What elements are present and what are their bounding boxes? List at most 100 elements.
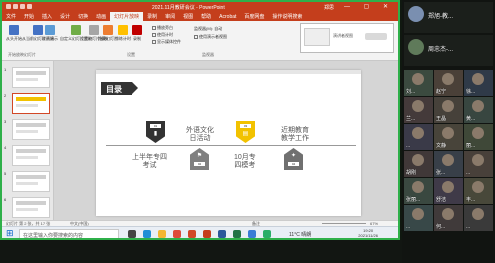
- ribbon-group-label: 开始放映幻灯片: [8, 52, 36, 57]
- ribbon-tab[interactable]: 百度网盘: [240, 12, 268, 21]
- participant-avatar: [442, 208, 454, 220]
- participant-tile[interactable]: 徐...: [464, 70, 493, 96]
- slide-thumbnail[interactable]: [12, 197, 50, 218]
- ribbon-tab[interactable]: 插入: [38, 12, 56, 21]
- participant-tile[interactable]: 文静: [434, 124, 463, 150]
- undo-icon[interactable]: [20, 4, 25, 9]
- wechat-icon[interactable]: [263, 230, 271, 238]
- window-controls[interactable]: — ▢ ✕: [344, 3, 394, 10]
- participant-tile[interactable]: 丽...: [464, 124, 493, 150]
- participant-tile[interactable]: 兰...: [404, 97, 433, 123]
- participant-avatar: [472, 181, 484, 193]
- user-name[interactable]: 郑思: [324, 4, 334, 11]
- chrome-icon[interactable]: [173, 230, 181, 238]
- ribbon-button-icon: [45, 25, 55, 35]
- presenter-view-checkbox[interactable]: 使用演示者视图: [194, 34, 227, 40]
- current-slide[interactable]: 目录 01 ▮ 上半年专四 考试 02 ⚑ 外语文化 日活动 03 ▤ 10月专 四模考 04 ✦ 近…: [96, 70, 361, 216]
- ribbon-tab[interactable]: 动画: [92, 12, 110, 21]
- participant-tile[interactable]: 黄...: [464, 97, 493, 123]
- participant-tile[interactable]: 何...: [434, 205, 463, 231]
- thumbnail-content: [16, 149, 46, 153]
- timeline-node: 03 ▤: [236, 121, 255, 143]
- ribbon-button-label: 排练计时: [115, 36, 131, 41]
- slide-thumbnail[interactable]: [12, 119, 50, 140]
- participant-avatar: [472, 154, 484, 166]
- thumbnail-number: 3: [4, 119, 7, 124]
- participant-name: 胡刚: [406, 170, 417, 176]
- thumbnail-content: [16, 97, 46, 101]
- participant-tile[interactable]: 郑旭-教...: [404, 2, 493, 33]
- wps-icon[interactable]: [188, 230, 196, 238]
- autosave-icon[interactable]: [6, 4, 11, 9]
- timeline-caption: 10月专 四模考: [234, 154, 256, 169]
- thumbnail-content: [16, 208, 38, 211]
- ribbon-tab[interactable]: 视图: [179, 12, 197, 21]
- redo-icon[interactable]: [27, 4, 32, 9]
- ribbon-tab[interactable]: 审阅: [161, 12, 179, 21]
- ribbon-tab[interactable]: Acrobat: [215, 13, 240, 21]
- ribbon-tab[interactable]: 开始: [20, 12, 38, 21]
- participant-name: ...: [466, 224, 471, 230]
- ribbon-tab[interactable]: 操作说明搜索: [268, 12, 306, 21]
- save-icon[interactable]: [13, 4, 18, 9]
- participant-tile[interactable]: ...: [404, 124, 433, 150]
- ribbon-tab[interactable]: 帮助: [197, 12, 215, 21]
- ribbon-tab[interactable]: 切换: [74, 12, 92, 21]
- participant-tile[interactable]: 王晶: [434, 97, 463, 123]
- ribbon-tab[interactable]: 幻灯片放映: [110, 12, 144, 21]
- edge-icon[interactable]: [143, 230, 151, 238]
- slide-thumbnail[interactable]: [12, 145, 50, 166]
- word-icon[interactable]: [218, 230, 226, 238]
- powerpoint-icon[interactable]: [203, 230, 211, 238]
- explorer-icon[interactable]: [158, 230, 166, 238]
- participant-name: ...: [466, 170, 471, 176]
- participant-name: 兰...: [406, 116, 416, 122]
- taskbar-clock[interactable]: 19:20 2021/11/26: [358, 228, 378, 238]
- participant-avatar: [442, 73, 454, 85]
- ribbon-button[interactable]: 录制: [132, 25, 142, 42]
- slide-thumbnail[interactable]: [12, 93, 50, 114]
- excel-icon[interactable]: [233, 230, 241, 238]
- ribbon-tab[interactable]: 文件: [2, 12, 20, 21]
- participant-tile[interactable]: ...: [464, 151, 493, 177]
- thumbnail-number: 2: [4, 93, 7, 98]
- participant-name: 王晶: [436, 116, 447, 122]
- slide-thumbnail-pane[interactable]: 1 2 3 4 5 6: [2, 61, 54, 220]
- zoom-slider[interactable]: [322, 223, 366, 224]
- ribbon-button[interactable]: 联机演示: [42, 25, 58, 42]
- participant-tile[interactable]: ...: [404, 205, 433, 231]
- ribbon-button-icon: [118, 25, 128, 35]
- participant-tile[interactable]: 周忠杰-...: [404, 35, 493, 66]
- participant-tile[interactable]: 张丽...: [404, 178, 433, 204]
- checkbox-label: 使用计时: [157, 32, 173, 37]
- window-title: 2021.11月教研会议 - PowerPoint: [152, 5, 225, 11]
- windows-start-icon[interactable]: ⊞: [6, 229, 14, 238]
- monitor-select[interactable]: 监视器(M): 自动: [194, 26, 222, 32]
- document-icon: ▤: [242, 131, 249, 137]
- ribbon-tab[interactable]: 录制: [143, 12, 161, 21]
- taskbar-search-input[interactable]: 在这里输入你要搜索的内容: [19, 229, 119, 238]
- participant-avatar: [472, 127, 484, 139]
- task-view-icon[interactable]: [128, 230, 136, 238]
- weather-widget[interactable]: 11°C 晴朗: [289, 231, 311, 238]
- participant-name: 黄...: [466, 116, 476, 122]
- participant-name: 文静: [436, 143, 447, 149]
- ribbon-checkbox[interactable]: 显示媒体控件: [152, 39, 181, 45]
- monitor-preview-button[interactable]: [365, 33, 387, 40]
- participant-tile[interactable]: 舒洁: [434, 178, 463, 204]
- participant-tile[interactable]: ...: [464, 205, 493, 231]
- participant-tile[interactable]: 丰...: [464, 178, 493, 204]
- ribbon-checkbox[interactable]: 播放旁白: [152, 25, 173, 31]
- participant-name: 郑旭-教...: [428, 14, 453, 20]
- slide-thumbnail[interactable]: [12, 67, 50, 88]
- ribbon-button[interactable]: 排练计时: [115, 25, 131, 42]
- participant-tile[interactable]: 胡刚: [404, 151, 433, 177]
- participant-tile[interactable]: 刘...: [404, 70, 433, 96]
- meeting-icon[interactable]: [248, 230, 256, 238]
- ribbon-button[interactable]: 从头开始: [6, 25, 22, 42]
- participant-tile[interactable]: 赵宁: [434, 70, 463, 96]
- ribbon-checkbox[interactable]: 使用计时: [152, 32, 173, 38]
- participant-tile[interactable]: 张...: [434, 151, 463, 177]
- ribbon-tab[interactable]: 设计: [56, 12, 74, 21]
- slide-thumbnail[interactable]: [12, 171, 50, 192]
